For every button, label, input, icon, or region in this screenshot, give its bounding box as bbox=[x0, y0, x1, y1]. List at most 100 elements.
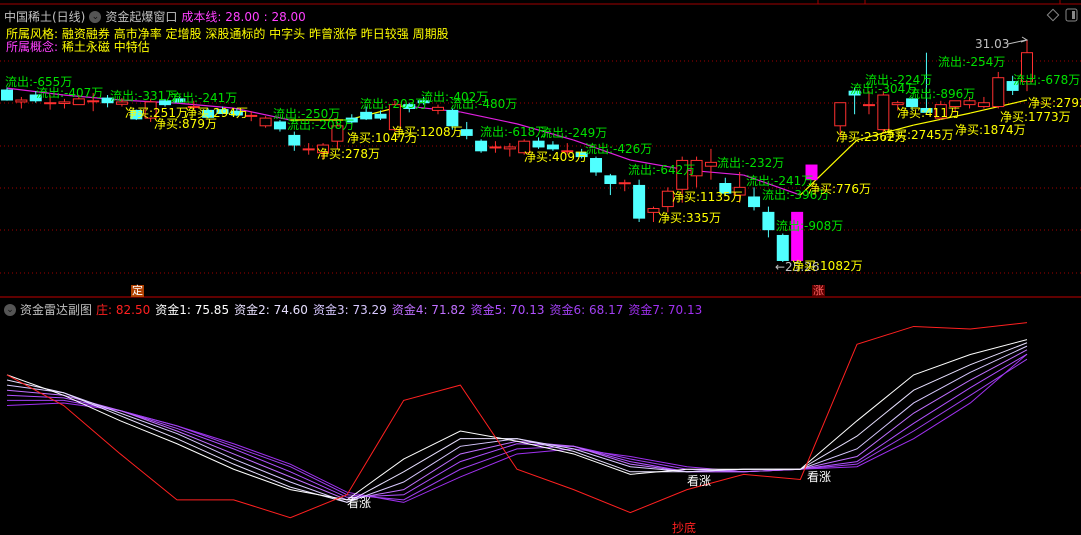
fund-line-6 bbox=[7, 358, 1028, 501]
candle-body bbox=[977, 102, 990, 108]
candle-body bbox=[963, 100, 976, 106]
fund-line-3 bbox=[6, 345, 1028, 503]
legend-item: 资金1: 75.85 bbox=[155, 303, 230, 317]
candle bbox=[475, 139, 488, 153]
candle-body bbox=[503, 146, 516, 150]
style-label: 所属风格: bbox=[6, 27, 59, 41]
candle-body bbox=[546, 144, 559, 150]
candle-body bbox=[489, 146, 502, 149]
candle-body bbox=[273, 121, 286, 130]
cost-line-label: 成本线: 28.00 bbox=[181, 10, 260, 24]
candle-body bbox=[704, 161, 717, 167]
high-price-label: 31.03 bbox=[975, 37, 1010, 51]
candle-body bbox=[776, 234, 789, 261]
net-buy-label: 净买:2792万 bbox=[1028, 96, 1081, 110]
fund-line-5 bbox=[6, 353, 1028, 498]
flow-label: 流出:-896万 bbox=[908, 87, 976, 101]
candle-body bbox=[748, 196, 761, 208]
candle-body bbox=[475, 140, 488, 152]
net-buy-label: 净买:879万 bbox=[154, 117, 217, 131]
candle-body bbox=[532, 140, 545, 148]
candle-body bbox=[15, 99, 28, 103]
candle bbox=[58, 98, 71, 109]
concept-label: 所属概念: bbox=[6, 40, 59, 54]
flow-label: 流出:-241万 bbox=[746, 174, 814, 188]
candle bbox=[590, 156, 603, 176]
high-arrow bbox=[1007, 36, 1029, 45]
candle bbox=[431, 104, 444, 115]
candle-body bbox=[1, 89, 13, 101]
candle-body bbox=[446, 109, 459, 127]
stock-title[interactable]: 中国稀土(日线) bbox=[4, 8, 85, 25]
candle bbox=[704, 148, 717, 180]
candle bbox=[776, 233, 789, 262]
candle bbox=[302, 143, 315, 155]
sub-header: ⌄ 资金雷达副图 庄: 82.50 资金1: 75.85 资金2: 74.60 资金3… bbox=[4, 301, 702, 318]
net-buy-label: 净买:776万 bbox=[808, 182, 871, 196]
legend-item: 资金4: 71.82 bbox=[391, 303, 466, 317]
candle-body bbox=[87, 100, 100, 103]
candle-body bbox=[374, 113, 387, 119]
flow-label: 流出:-331万 bbox=[110, 89, 178, 103]
diamond-icon[interactable] bbox=[1046, 8, 1060, 22]
flow-label: 流出:-618万 bbox=[480, 125, 548, 139]
flow-label: 流出:-426万 bbox=[585, 142, 653, 156]
net-buy-label: 净买:1773万 bbox=[1000, 110, 1071, 124]
flow-label: 流出:-232万 bbox=[717, 156, 785, 170]
candle bbox=[374, 110, 387, 121]
flow-label: 流出:-480万 bbox=[450, 97, 518, 111]
candle bbox=[762, 206, 775, 238]
net-buy-label: 净买:1082万 bbox=[792, 259, 863, 273]
panel-toggle-icon[interactable] bbox=[1065, 8, 1078, 22]
flow-label: 流出:-908万 bbox=[776, 219, 844, 233]
window-controls bbox=[1046, 8, 1078, 22]
candle bbox=[992, 71, 1005, 109]
indicator-name[interactable]: 资金起爆窗口 bbox=[105, 8, 177, 25]
net-buy-label: 净买:278万 bbox=[317, 147, 380, 161]
candle bbox=[288, 131, 301, 151]
flow-label: 流出:-241万 bbox=[170, 91, 238, 105]
bullish-signal: 看涨 bbox=[807, 470, 832, 484]
legend-item: 资金2: 74.60 bbox=[234, 303, 308, 317]
net-buy-label: 净买:2745万 bbox=[883, 128, 954, 142]
concept-tags: 稀土永磁 中特估 bbox=[61, 40, 150, 54]
candle-body bbox=[992, 77, 1005, 108]
candle bbox=[1, 87, 13, 101]
sub-title[interactable]: 资金雷达副图 bbox=[20, 301, 92, 318]
net-buy-label: 净买:1874万 bbox=[955, 123, 1026, 137]
flow-label: 流出:-249万 bbox=[540, 126, 608, 140]
style-row: 所属风格: 融资融券 高市净率 定增股 深股通标的 中字头 昨曾涨停 昨日较强 … bbox=[6, 27, 449, 41]
candle bbox=[748, 187, 761, 211]
fund-line-1 bbox=[6, 339, 1028, 501]
candle-body bbox=[44, 102, 57, 105]
net-buy-label: 净买:411万 bbox=[897, 106, 960, 120]
zhang-marker: 涨 bbox=[812, 284, 825, 297]
top-strip bbox=[0, 0, 1081, 5]
fund-line-7 bbox=[6, 353, 1028, 503]
bullish-signal: 看涨 bbox=[687, 474, 712, 488]
candle-body bbox=[58, 101, 71, 104]
flow-label: 流出:-678万 bbox=[1013, 73, 1081, 87]
chevron-down-icon[interactable]: ⌄ bbox=[89, 10, 102, 23]
candle bbox=[273, 120, 286, 132]
candle-body bbox=[360, 111, 373, 120]
candle-body bbox=[834, 102, 847, 127]
candle bbox=[15, 96, 28, 109]
concept-row: 所属概念: 稀土永磁 中特估 bbox=[6, 40, 150, 54]
candle-body bbox=[288, 134, 301, 146]
candle bbox=[460, 121, 473, 140]
legend-item: 资金5: 70.13 bbox=[470, 303, 545, 317]
flow-label: 流出:-642万 bbox=[628, 163, 696, 177]
candle-body bbox=[618, 182, 631, 185]
radar-lines bbox=[6, 322, 1028, 519]
legend-item: 庄: 82.50 bbox=[96, 303, 151, 317]
candle bbox=[259, 116, 272, 128]
legend-item: 资金3: 73.29 bbox=[312, 303, 387, 317]
chevron-down-icon[interactable]: ⌄ bbox=[4, 303, 16, 316]
net-buy-label: 净买:335万 bbox=[658, 211, 721, 225]
candle-body bbox=[633, 184, 646, 219]
legend-item: 资金6: 68.17 bbox=[549, 303, 624, 317]
candle-body bbox=[762, 211, 775, 231]
candle-body bbox=[590, 158, 603, 173]
fund-line-4 bbox=[6, 349, 1028, 501]
